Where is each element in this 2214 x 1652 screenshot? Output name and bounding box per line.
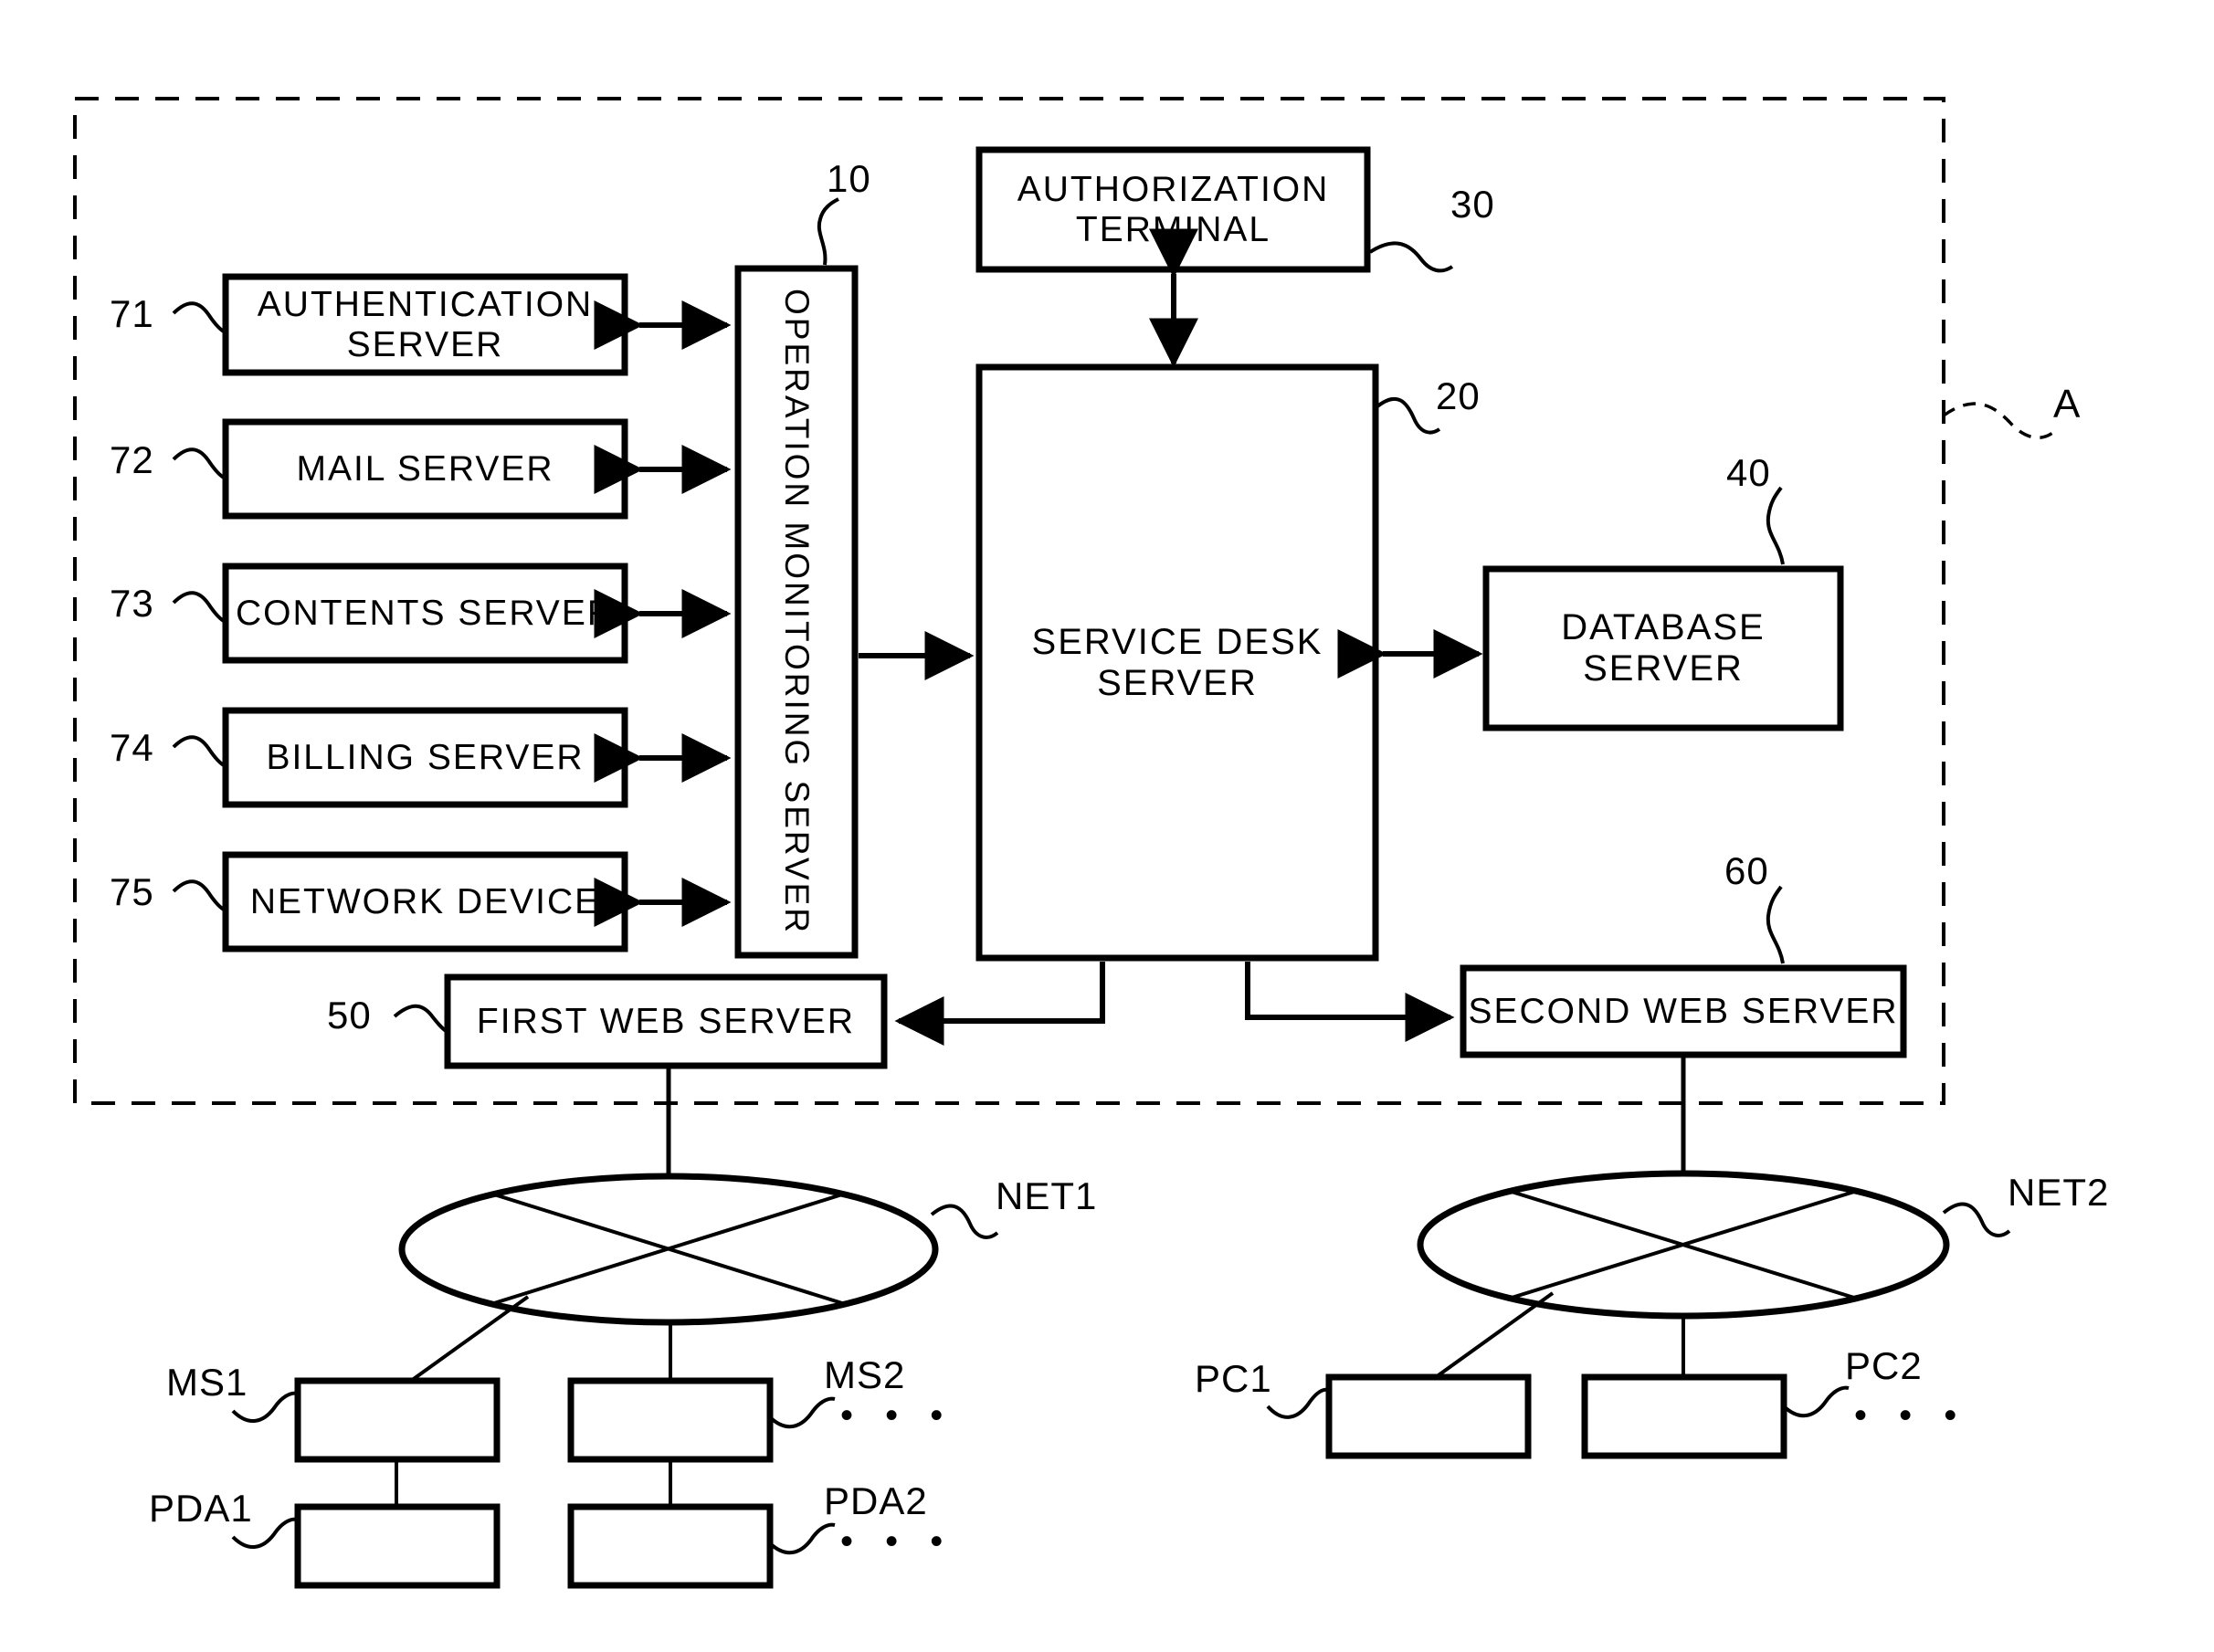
link-servicedesk-secondweb [1245, 962, 1455, 1042]
figure-canvas: AUTHENTICATION SERVER MAIL SERVER CONTEN… [0, 0, 2214, 1652]
box-billing-server [222, 707, 628, 808]
leader-71 [172, 301, 227, 334]
ellipsis-pda-row: • • • [840, 1521, 954, 1562]
ellipsis-ms-row: • • • [840, 1395, 954, 1436]
box-ms1 [294, 1377, 501, 1463]
ref-20: 20 [1436, 374, 1481, 417]
ref-50: 50 [327, 994, 372, 1036]
ellipsis-pc-row: • • • [1854, 1395, 1968, 1436]
box-pda2 [567, 1503, 774, 1589]
leader-60 [1766, 885, 1785, 964]
label-net1: NET1 [996, 1174, 1098, 1217]
link-net1-ms1 [409, 1295, 530, 1383]
box-mail-server [222, 418, 628, 520]
link-servicedesk-firstweb [894, 962, 1105, 1046]
box-pc1 [1325, 1373, 1532, 1459]
label-ms1: MS1 [166, 1361, 248, 1404]
box-pda1 [294, 1503, 501, 1589]
label-pda1: PDA1 [149, 1487, 253, 1530]
leader-40 [1766, 486, 1785, 565]
leader-ms2 [768, 1396, 836, 1428]
box-authentication-server [222, 273, 628, 376]
leader-73 [172, 591, 227, 624]
leader-pc1 [1266, 1387, 1330, 1419]
leader-net2 [1942, 1202, 2011, 1237]
leader-74 [172, 735, 227, 768]
ref-40: 40 [1726, 451, 1771, 494]
leader-20 [1376, 396, 1441, 435]
box-first-web-server [444, 973, 888, 1069]
ref-30: 30 [1450, 183, 1495, 226]
leader-72 [172, 447, 227, 480]
label-net2: NET2 [2008, 1171, 2110, 1214]
leader-pc2 [1782, 1385, 1850, 1417]
box-contents-server [222, 563, 628, 664]
label-pc1: PC1 [1195, 1357, 1272, 1400]
ref-71: 71 [110, 292, 154, 335]
box-ms2 [567, 1377, 774, 1463]
leader-10 [817, 197, 839, 266]
leader-50 [393, 1004, 448, 1034]
box-pc2 [1581, 1373, 1787, 1459]
boundary-leader [1942, 402, 2059, 439]
label-system-boundary-a: A [2053, 382, 2082, 426]
ref-10: 10 [827, 157, 871, 200]
label-pda2: PDA2 [824, 1479, 928, 1522]
ref-60: 60 [1724, 849, 1769, 892]
leader-net1 [930, 1204, 999, 1239]
leader-75 [172, 879, 227, 912]
ref-73: 73 [110, 582, 154, 625]
ref-74: 74 [110, 726, 154, 769]
box-second-web-server [1460, 964, 1907, 1058]
box-service-desk-server [975, 363, 1379, 962]
ref-72: 72 [110, 438, 154, 481]
leader-30 [1368, 241, 1454, 273]
box-database-server [1482, 565, 1844, 731]
label-ms2: MS2 [824, 1353, 906, 1396]
label-operation-monitoring-server: OPERATION MONITORING SERVER [778, 288, 816, 936]
box-authorization-terminal [975, 146, 1371, 273]
ref-75: 75 [110, 870, 154, 913]
box-network-device [222, 851, 628, 952]
link-net2-pc1 [1434, 1291, 1555, 1379]
leader-pda2 [768, 1522, 836, 1554]
label-pc2: PC2 [1845, 1344, 1923, 1387]
